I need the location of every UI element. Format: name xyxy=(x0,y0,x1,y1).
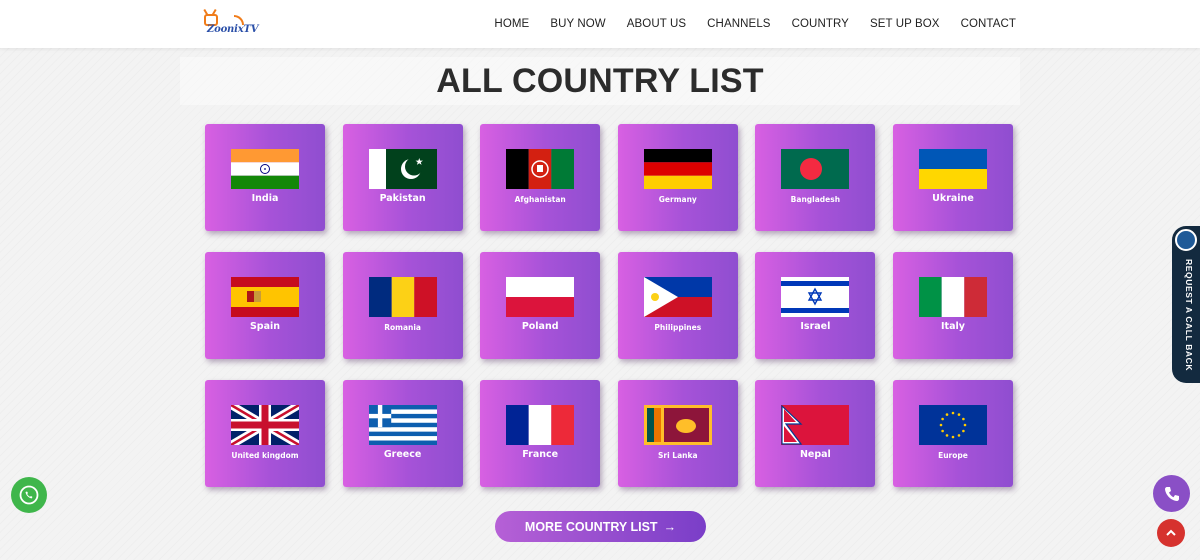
site-header: ZoonixTV HOME BUY NOW ABOUT US CHANNELS … xyxy=(0,0,1200,48)
main-nav: HOME BUY NOW ABOUT US CHANNELS COUNTRY S… xyxy=(494,0,1016,48)
israel-flag-icon xyxy=(781,277,850,317)
germany-flag-icon xyxy=(643,149,712,189)
nav-contact[interactable]: CONTACT xyxy=(961,18,1016,30)
country-card-philippines[interactable]: Philippines xyxy=(617,252,738,359)
country-label: Italy xyxy=(941,321,965,332)
romania-flag-icon xyxy=(368,277,437,317)
country-label: Pakistan xyxy=(379,193,426,204)
page-title: ALL COUNTRY LIST xyxy=(436,62,764,100)
pakistan-flag-icon xyxy=(368,149,437,189)
country-label: Romania xyxy=(384,323,421,332)
chevron-up-icon xyxy=(1166,529,1176,536)
country-card-pakistan[interactable]: Pakistan xyxy=(342,124,463,231)
country-card-bangladesh[interactable]: Bangladesh xyxy=(755,124,876,231)
site-logo[interactable]: ZoonixTV xyxy=(200,8,262,39)
country-label: Spain xyxy=(249,321,281,332)
spain-flag-icon xyxy=(231,277,299,317)
ukraine-flag-icon xyxy=(918,149,987,189)
country-card-poland[interactable]: Poland xyxy=(480,252,601,359)
country-label: India xyxy=(251,193,279,204)
country-label: United kingdom xyxy=(231,451,299,460)
country-card-united-kingdom[interactable]: United kingdom xyxy=(205,380,325,487)
country-card-romania[interactable]: Romania xyxy=(342,252,463,359)
country-grid: India Pakistan Afghanistan Germany Bangl… xyxy=(205,124,1013,489)
logo-text: ZoonixTV xyxy=(207,24,259,35)
country-card-france[interactable]: France xyxy=(480,380,601,487)
nepal-flag-icon xyxy=(781,405,850,445)
country-card-sri-lanka[interactable]: Sri Lanka xyxy=(617,380,738,487)
request-call-back-tab[interactable]: REQUEST A CALL BACK xyxy=(1172,226,1200,383)
callback-label: REQUEST A CALL BACK xyxy=(1184,259,1194,372)
poland-flag-icon xyxy=(506,277,575,317)
country-label: Europe xyxy=(938,451,968,460)
country-label: Poland xyxy=(521,321,559,332)
country-card-india[interactable]: India xyxy=(205,124,325,231)
phone-icon xyxy=(1175,229,1197,251)
country-label: Israel xyxy=(800,321,831,332)
nav-set-up-box[interactable]: SET UP BOX xyxy=(870,18,940,30)
call-button[interactable] xyxy=(1153,475,1190,512)
country-label: Greece xyxy=(383,449,422,460)
nav-channels[interactable]: CHANNELS xyxy=(707,18,770,30)
arrow-right-icon: → xyxy=(663,519,677,534)
uk-flag-icon xyxy=(231,405,299,445)
country-label: Afghanistan xyxy=(514,195,566,204)
nav-buy-now[interactable]: BUY NOW xyxy=(550,18,605,30)
italy-flag-icon xyxy=(918,277,987,317)
country-card-greece[interactable]: Greece xyxy=(342,380,463,487)
country-card-spain[interactable]: Spain xyxy=(205,252,325,359)
phone-icon xyxy=(1164,486,1179,501)
india-flag-icon xyxy=(231,149,299,189)
country-card-europe[interactable]: Europe xyxy=(892,380,1013,487)
france-flag-icon xyxy=(506,405,575,445)
country-label: Philippines xyxy=(654,323,702,332)
country-label: Ukraine xyxy=(932,193,974,204)
more-button-label: MORE COUNTRY LIST xyxy=(524,519,658,534)
nav-home[interactable]: HOME xyxy=(494,18,529,30)
country-label: France xyxy=(522,449,559,460)
country-card-germany[interactable]: Germany xyxy=(617,124,738,231)
nav-about-us[interactable]: ABOUT US xyxy=(627,18,686,30)
philippines-flag-icon xyxy=(643,277,712,317)
country-label: Germany xyxy=(658,195,697,204)
greece-flag-icon xyxy=(368,405,437,445)
country-card-israel[interactable]: Israel xyxy=(755,252,876,359)
whatsapp-icon xyxy=(19,485,39,505)
country-label: Bangladesh xyxy=(790,195,841,204)
more-country-list-button[interactable]: MORE COUNTRY LIST → xyxy=(495,511,706,542)
bangladesh-flag-icon xyxy=(781,149,850,189)
nav-country[interactable]: COUNTRY xyxy=(792,18,849,30)
scroll-to-top-button[interactable] xyxy=(1157,519,1185,547)
country-card-ukraine[interactable]: Ukraine xyxy=(892,124,1013,231)
country-card-afghanistan[interactable]: Afghanistan xyxy=(480,124,601,231)
sri-lanka-flag-icon xyxy=(643,405,712,445)
country-card-nepal[interactable]: Nepal xyxy=(755,380,876,487)
country-label: Sri Lanka xyxy=(658,451,698,460)
country-card-italy[interactable]: Italy xyxy=(892,252,1013,359)
country-label: Nepal xyxy=(799,449,831,460)
europe-flag-icon xyxy=(918,405,987,445)
afghanistan-flag-icon xyxy=(506,149,575,189)
whatsapp-button[interactable] xyxy=(11,477,47,513)
